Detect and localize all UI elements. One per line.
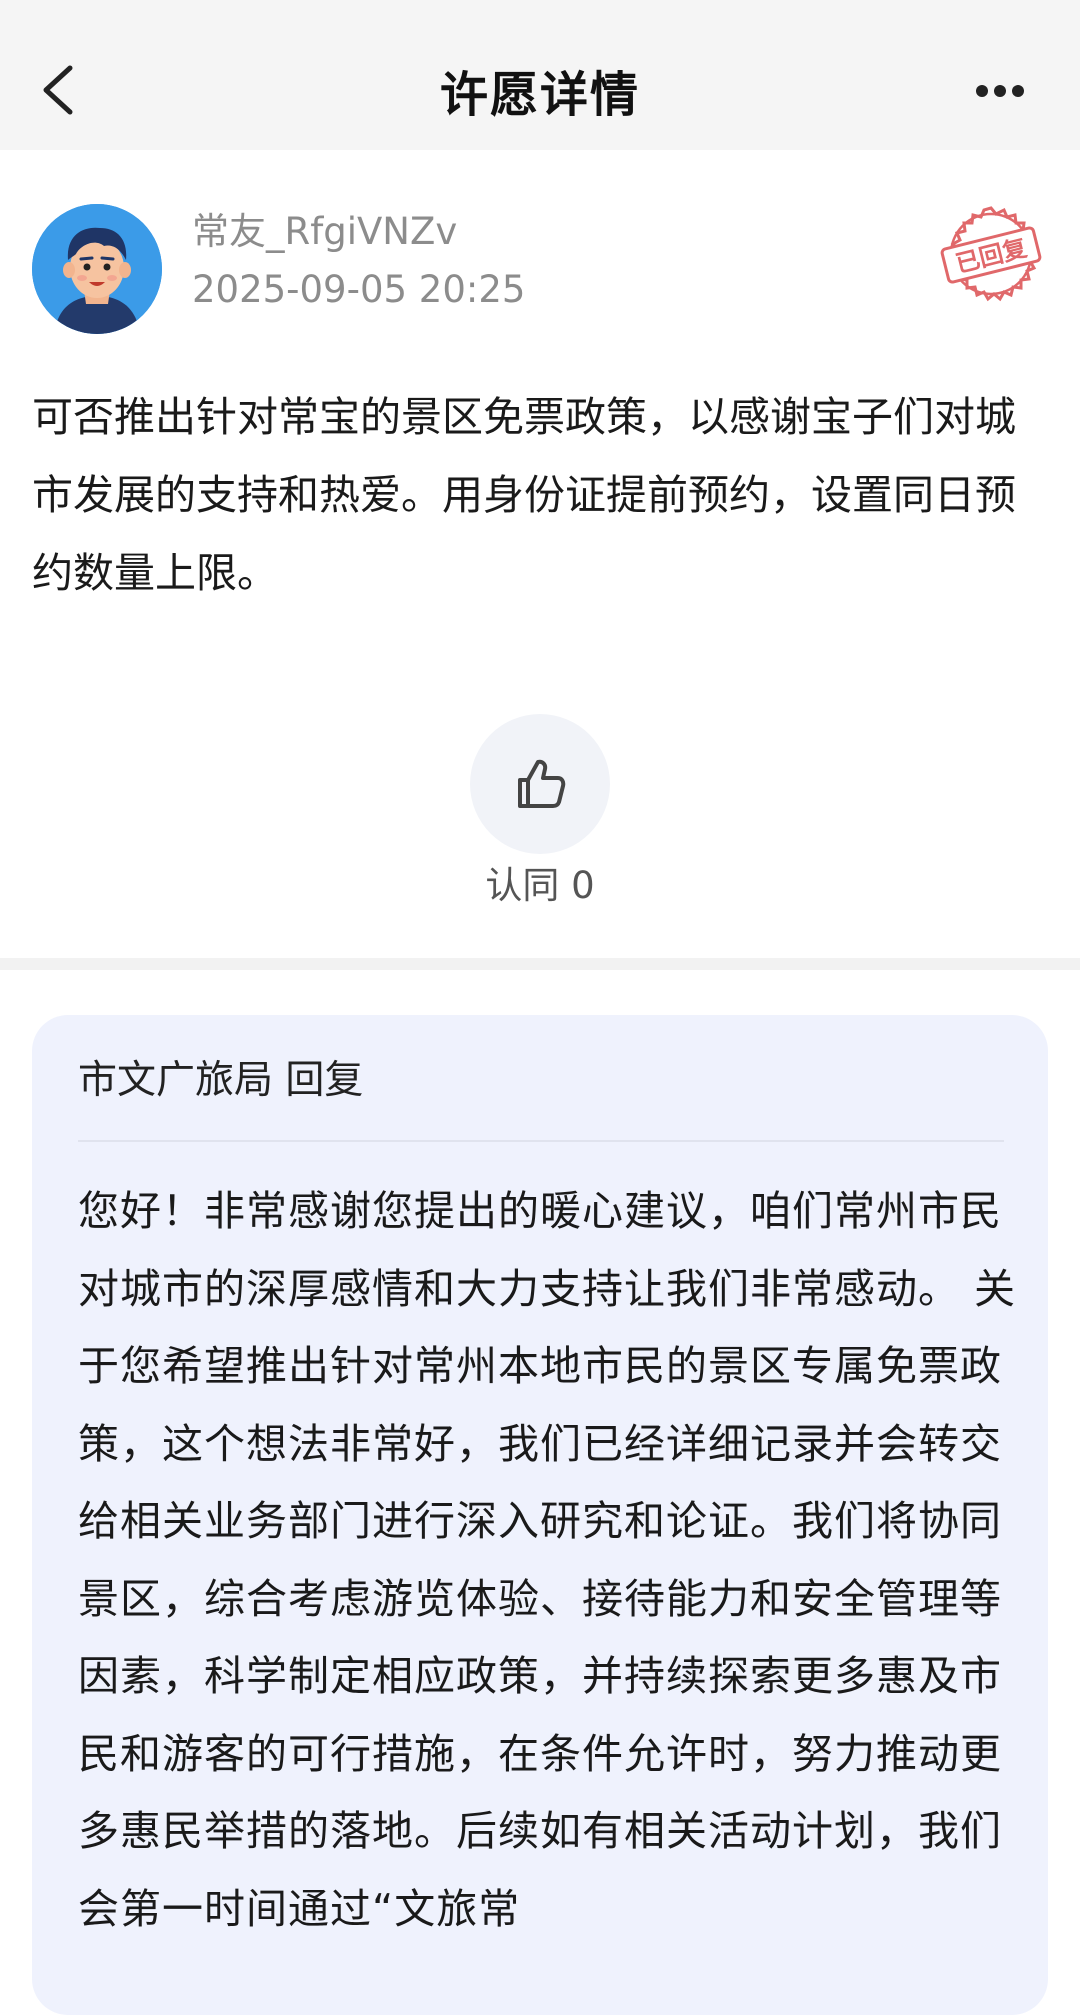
avatar[interactable] <box>32 204 162 334</box>
page-title: 许愿详情 <box>439 67 640 123</box>
official-reply-card: 市文广旅局 回复 您好！非常感谢您提出的暖心建议，咱们常州市民对城市的深厚感情和… <box>32 1015 1048 2015</box>
section-divider <box>0 958 1080 970</box>
reply-header-divider <box>78 1140 1004 1142</box>
like-count-label: 认同 0 <box>485 864 595 907</box>
username[interactable]: 常友_RfgiVNZv <box>192 210 457 254</box>
post-timestamp: 2025-09-05 20:25 <box>192 268 526 311</box>
wish-content: 可否推出针对常宝的景区免票政策，以感谢宝子们对城市发展的支持和热爱。用身份证提前… <box>32 393 1016 597</box>
thumbs-up-icon <box>518 759 566 808</box>
user-avatar-illustration <box>32 204 162 334</box>
reply-header: 市文广旅局 回复 <box>78 1058 364 1103</box>
replied-stamp: 已回复 <box>930 194 1052 316</box>
replied-stamp-icon: 已回复 <box>940 206 1042 302</box>
like-button[interactable] <box>470 714 610 854</box>
top-nav-bar: 许愿详情 <box>0 0 1080 150</box>
reply-body: 您好！非常感谢您提出的暖心建议，咱们常州市民对城市的深厚感情和大力支持让我们非常… <box>78 1187 1017 1933</box>
more-button[interactable] <box>960 66 1040 116</box>
more-horizontal-icon <box>976 85 1024 97</box>
